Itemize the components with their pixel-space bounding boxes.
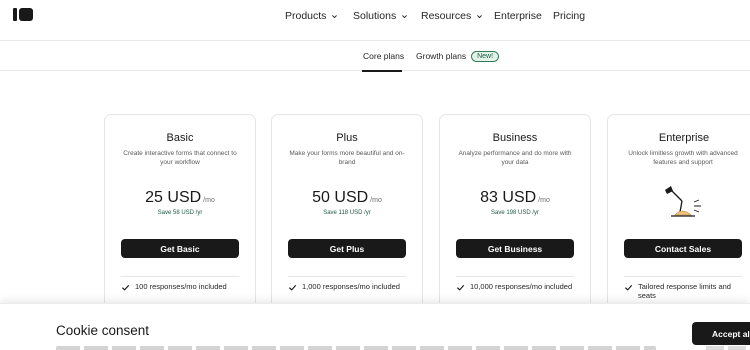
- typeform-logo[interactable]: [13, 8, 33, 21]
- plan-price-amount: 50 USD: [312, 189, 369, 206]
- nav-resources-label: Resources: [421, 10, 472, 22]
- get-plus-button[interactable]: Get Plus: [288, 239, 406, 258]
- plan-tabs: Core plans Growth plans New!: [0, 41, 750, 72]
- nav-products[interactable]: Products: [285, 9, 338, 23]
- plan-title: Business: [492, 132, 538, 144]
- get-basic-button[interactable]: Get Basic: [121, 239, 239, 258]
- divider: [456, 276, 574, 277]
- plan-price-period: /mo: [538, 197, 550, 204]
- plan-price-amount: 25 USD: [145, 189, 202, 206]
- plan-price-period: /mo: [370, 197, 382, 204]
- plan-feature-text: 10,000 responses/mo included: [470, 282, 573, 291]
- divider: [288, 276, 406, 277]
- check-icon: [121, 284, 130, 291]
- plan-price: 50 USD/mo: [272, 189, 422, 207]
- plan-feature-text: Tailored response limits and seats: [638, 282, 731, 300]
- plan-feature: 1,000 responses/mo included: [288, 282, 414, 292]
- nav-products-label: Products: [285, 10, 327, 22]
- plan-savings: Save 198 USD /yr: [490, 210, 540, 216]
- tab-core-plans[interactable]: Core plans: [363, 51, 404, 61]
- chevron-down-icon: [332, 14, 338, 18]
- plan-feature-text: 1,000 responses/mo included: [302, 282, 400, 291]
- plan-description: Analyze performance and do more with you…: [458, 150, 572, 166]
- check-icon: [456, 284, 465, 291]
- plan-price: 83 USD/mo: [440, 189, 590, 207]
- plan-card-enterprise: Enterprise Unlock limitless growth with …: [607, 114, 750, 314]
- check-icon: [624, 284, 633, 291]
- nav-pricing-label: Pricing: [553, 10, 586, 22]
- plan-feature: 10,000 responses/mo included: [456, 282, 582, 292]
- plan-feature: Tailored response limits and seats: [624, 282, 736, 300]
- plan-price-period: /mo: [203, 197, 215, 204]
- plan-description: Unlock limitless growth with advanced fe…: [628, 150, 738, 166]
- plan-card-business: Business Analyze performance and do more…: [439, 114, 591, 314]
- divider: [121, 276, 239, 277]
- contact-sales-button[interactable]: Contact Sales: [624, 239, 742, 258]
- plan-title: Basic: [166, 132, 194, 144]
- plan-description: Create interactive forms that connect to…: [123, 150, 237, 166]
- chevron-down-icon: [402, 14, 408, 18]
- plan-feature: 100 responses/mo included: [121, 282, 247, 292]
- plan-savings: Save 58 USD /yr: [157, 210, 203, 216]
- plan-card-basic: Basic Create interactive forms that conn…: [104, 114, 256, 314]
- plan-description: Make your forms more beautiful and on-br…: [289, 150, 405, 166]
- plan-title: Plus: [336, 132, 358, 144]
- cookie-link-cutoff: [706, 346, 750, 350]
- plan-feature-text: 100 responses/mo included: [135, 282, 227, 291]
- nav-resources[interactable]: Resources: [421, 9, 483, 23]
- tab-growth-plans-label: Growth plans: [416, 51, 467, 61]
- nav-solutions[interactable]: Solutions: [353, 9, 408, 23]
- cookie-title: Cookie consent: [56, 323, 150, 338]
- nav-enterprise-label: Enterprise: [494, 10, 542, 22]
- tab-core-plans-label: Core plans: [363, 51, 405, 61]
- cookie-banner: Cookie consent: [0, 303, 750, 350]
- nav-solutions-label: Solutions: [353, 10, 397, 22]
- lamp-icon: [665, 186, 701, 217]
- check-icon: [288, 284, 297, 291]
- divider: [624, 276, 742, 277]
- plan-card-plus: Plus Make your forms more beautiful and …: [271, 114, 423, 314]
- plan-title: Enterprise: [658, 132, 710, 144]
- get-business-button[interactable]: Get Business: [456, 239, 574, 258]
- chevron-down-icon: [477, 14, 483, 18]
- tab-growth-plans[interactable]: Growth plans New!: [416, 51, 500, 62]
- plan-price: 25 USD/mo: [105, 189, 255, 207]
- accept-all-cookies-button[interactable]: Accept all: [692, 322, 750, 345]
- nav-pricing[interactable]: Pricing: [553, 9, 585, 23]
- new-badge: New!: [471, 51, 500, 62]
- cookie-description-cutoff: [56, 346, 656, 350]
- plan-savings: Save 118 USD /yr: [323, 210, 371, 216]
- nav-enterprise[interactable]: Enterprise: [494, 9, 542, 23]
- plan-price-amount: 83 USD: [480, 189, 537, 206]
- top-navigation: Products Solutions Resources Enterprise …: [0, 0, 750, 41]
